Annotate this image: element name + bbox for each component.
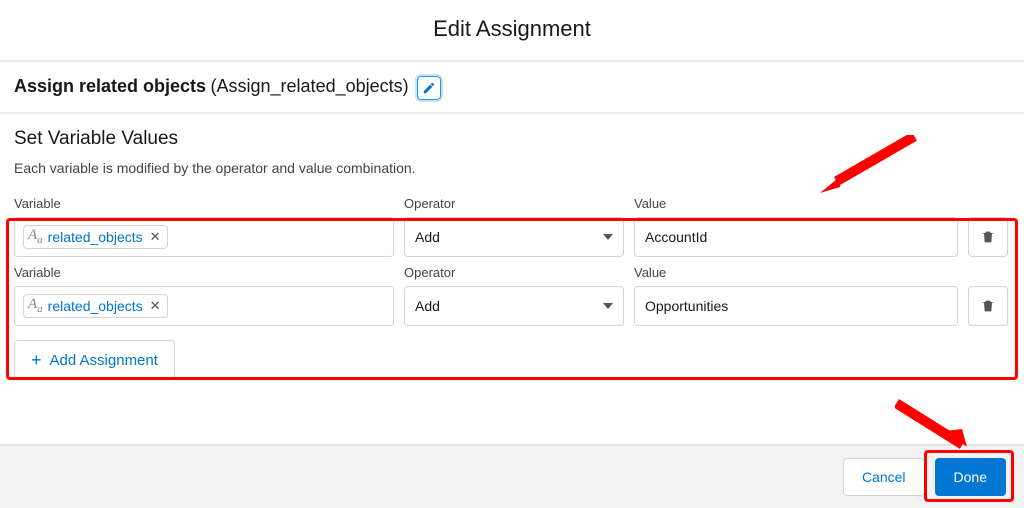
variable-input[interactable]: Aa related_objects ✕	[14, 217, 394, 257]
element-label: Assign related objects	[14, 76, 206, 96]
remove-pill-icon[interactable]: ✕	[150, 229, 161, 245]
assignment-row: Aa related_objects ✕ Add Opportunities	[14, 286, 1010, 326]
chevron-down-icon	[603, 303, 613, 309]
variable-pill[interactable]: Aa related_objects ✕	[23, 294, 168, 318]
operator-select[interactable]: Add	[404, 286, 624, 326]
column-label-variable: Variable	[14, 265, 394, 280]
variable-input[interactable]: Aa related_objects ✕	[14, 286, 394, 326]
pencil-icon	[422, 81, 436, 95]
section-description: Each variable is modified by the operato…	[0, 154, 1024, 190]
section-header: Set Variable Values	[0, 114, 1024, 154]
modal-footer: Cancel Done	[0, 444, 1024, 508]
column-label-variable: Variable	[14, 196, 394, 211]
chevron-down-icon	[603, 234, 613, 240]
plus-icon: +	[31, 351, 42, 369]
column-label-operator: Operator	[404, 196, 624, 211]
element-label-bar: Assign related objects (Assign_related_o…	[0, 62, 1024, 114]
value-text: Opportunities	[645, 298, 728, 314]
operator-value: Add	[415, 298, 440, 314]
column-label-operator: Operator	[404, 265, 624, 280]
value-input[interactable]: AccountId	[634, 217, 958, 257]
operator-value: Add	[415, 229, 440, 245]
delete-row-button[interactable]	[968, 217, 1008, 257]
column-label-value: Value	[634, 196, 958, 211]
value-input[interactable]: Opportunities	[634, 286, 958, 326]
add-assignment-button[interactable]: + Add Assignment	[14, 340, 175, 380]
modal-title: Edit Assignment	[0, 16, 1024, 42]
variable-name: related_objects	[48, 298, 143, 314]
variable-pill[interactable]: Aa related_objects ✕	[23, 225, 168, 249]
column-label-value: Value	[634, 265, 958, 280]
trash-icon	[980, 298, 996, 314]
text-variable-icon: Aa	[28, 228, 43, 246]
add-assignment-label: Add Assignment	[50, 352, 158, 369]
done-button[interactable]: Done	[935, 458, 1006, 496]
operator-select[interactable]: Add	[404, 217, 624, 257]
trash-icon	[980, 229, 996, 245]
delete-row-button[interactable]	[968, 286, 1008, 326]
variable-name: related_objects	[48, 229, 143, 245]
text-variable-icon: Aa	[28, 297, 43, 315]
remove-pill-icon[interactable]: ✕	[150, 298, 161, 314]
section-title: Set Variable Values	[14, 128, 1010, 150]
cancel-button[interactable]: Cancel	[843, 458, 925, 496]
value-text: AccountId	[645, 229, 707, 245]
assignment-row: Aa related_objects ✕ Add AccountId	[14, 217, 1010, 257]
assignment-rows: Variable Operator Value Aa related_objec…	[0, 196, 1024, 326]
edit-label-button[interactable]	[417, 76, 441, 100]
modal-header: Edit Assignment	[0, 0, 1024, 62]
element-api-name: (Assign_related_objects)	[211, 76, 409, 96]
